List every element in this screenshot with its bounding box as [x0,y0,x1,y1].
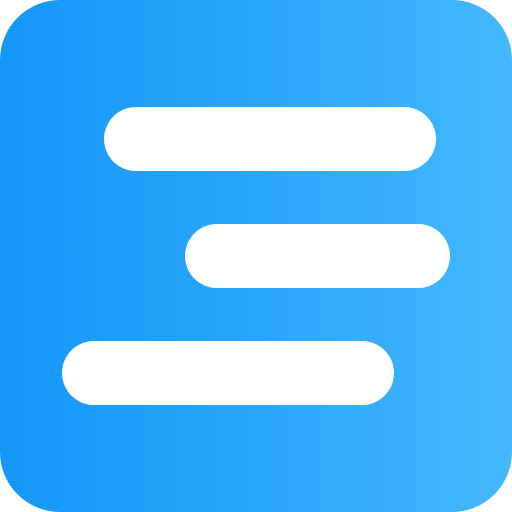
bottom-line-bar [62,341,394,405]
middle-line-bar [185,224,450,288]
text-align-lines-icon[interactable] [0,0,512,512]
top-line-bar [104,107,436,171]
